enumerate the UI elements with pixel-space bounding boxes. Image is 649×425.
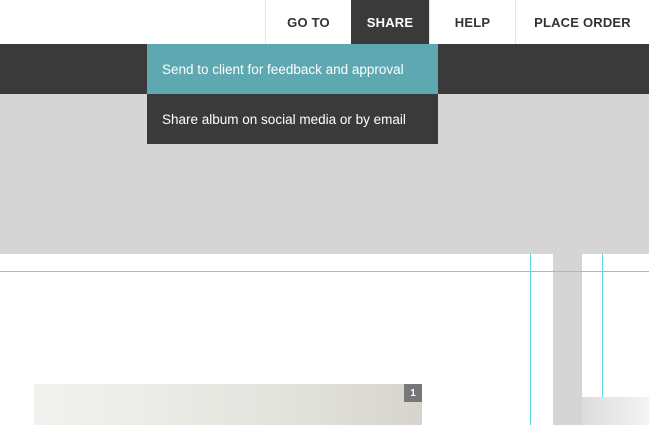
menu-item-share-album[interactable]: Share album on social media or by email (147, 94, 438, 144)
spread-gutter (553, 254, 582, 425)
share-dropdown-menu: Send to client for feedback and approval… (147, 44, 438, 144)
nav-place-order[interactable]: PLACE ORDER (515, 0, 649, 44)
album-photo[interactable] (582, 397, 649, 425)
nav-goto[interactable]: GO TO (265, 0, 351, 44)
guide-line-horizontal (0, 271, 649, 272)
nav-share[interactable]: SHARE (351, 0, 429, 44)
top-navigation-bar: GO TO SHARE HELP PLACE ORDER (0, 0, 649, 44)
album-photo[interactable]: 1 (34, 384, 422, 425)
nav-help[interactable]: HELP (429, 0, 515, 44)
menu-item-send-to-client[interactable]: Send to client for feedback and approval (147, 44, 438, 94)
page-number-badge: 1 (404, 384, 422, 402)
main-nav: GO TO SHARE HELP PLACE ORDER (265, 0, 649, 44)
guide-line-vertical (530, 254, 531, 425)
